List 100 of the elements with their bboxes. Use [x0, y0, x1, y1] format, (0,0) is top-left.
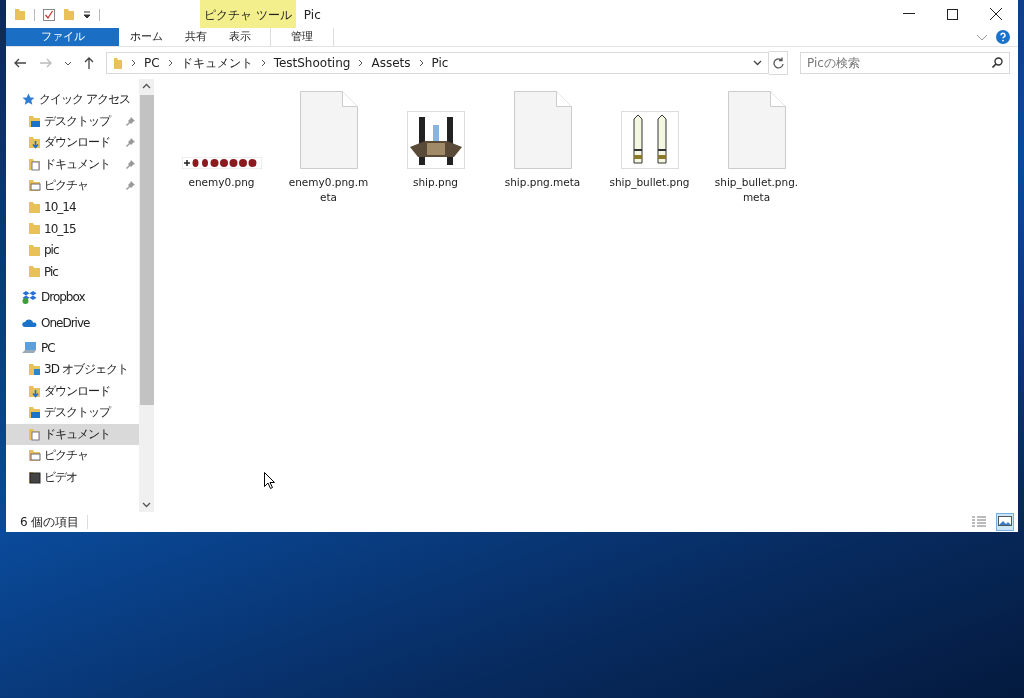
help-icon[interactable]: [996, 30, 1010, 44]
file-name[interactable]: ship_bullet.png: [606, 175, 693, 190]
pin-icon[interactable]: [126, 138, 135, 148]
close-icon[interactable]: [990, 8, 1002, 20]
ribbon-tab[interactable]: 表示: [218, 28, 262, 46]
chevron-up-icon[interactable]: [142, 83, 151, 89]
folder-icon: [113, 56, 123, 70]
folder-icon: [28, 157, 41, 171]
search-field[interactable]: Picの検索: [800, 52, 1010, 74]
nav-item[interactable]: クイック アクセス: [6, 89, 139, 111]
bullet-thumbnail[interactable]: [620, 111, 679, 169]
ribbon-tab[interactable]: ファイル: [6, 28, 119, 46]
nav-item[interactable]: pic: [6, 239, 139, 261]
chevron-down-icon[interactable]: [64, 60, 72, 66]
nav-label: PC: [41, 341, 55, 356]
nav-label: クイック アクセス: [39, 91, 130, 109]
breadcrumb[interactable]: Assets: [371, 56, 411, 70]
breadcrumb[interactable]: PC: [144, 56, 160, 70]
nav-item[interactable]: ダウンロード: [6, 380, 139, 402]
breadcrumb[interactable]: ドキュメント: [180, 54, 253, 72]
nav-label: デスクトップ: [44, 112, 110, 130]
context-group-label: ピクチャ ツール: [204, 7, 292, 24]
star-icon: [22, 93, 35, 107]
dropbox-icon: [22, 290, 37, 304]
nav-label: ピクチャ: [44, 447, 88, 465]
file-name[interactable]: enemy0.png.meta: [285, 175, 372, 205]
nav-label: ドキュメント: [44, 155, 110, 173]
nav-item[interactable]: 3D オブジェクト: [6, 359, 139, 381]
file-name[interactable]: ship_bullet.png.meta: [713, 175, 800, 205]
nav-item[interactable]: OneDrive: [6, 312, 139, 334]
folder-icon: [28, 449, 41, 463]
file-name[interactable]: enemy0.png: [178, 175, 265, 190]
chevron-down-icon[interactable]: [753, 60, 762, 66]
folder-icon: [28, 114, 41, 128]
nav-item[interactable]: Dropbox: [6, 286, 139, 308]
nav-item[interactable]: ドキュメント: [6, 153, 139, 175]
folder-icon: [28, 406, 41, 420]
pin-icon[interactable]: [126, 181, 135, 191]
ribbon-tab[interactable]: 共有: [174, 28, 218, 46]
spaceship-thumbnail[interactable]: [406, 111, 465, 169]
mouse-cursor-icon: [264, 472, 275, 489]
nav-label: ビデオ: [44, 468, 77, 486]
pin-icon[interactable]: [126, 159, 135, 169]
folder-icon: [28, 363, 41, 377]
pin-icon[interactable]: [126, 116, 135, 126]
nav-label: 3D オブジェクト: [44, 361, 128, 379]
ribbon-tab[interactable]: 管理: [270, 28, 334, 46]
chevron-right-icon[interactable]: [418, 59, 424, 67]
large-icons-view-button[interactable]: [996, 513, 1014, 531]
search-icon: [992, 57, 1003, 68]
file-name[interactable]: ship.png.meta: [499, 175, 586, 190]
address-bar[interactable]: PC ドキュメント TestShooting Assets Pic: [106, 52, 769, 74]
nav-item[interactable]: ドキュメント: [6, 423, 139, 445]
nav-label: pic: [44, 243, 59, 258]
breadcrumb[interactable]: Pic: [431, 56, 449, 70]
chevron-right-icon[interactable]: [260, 59, 266, 67]
nav-item[interactable]: 10_15: [6, 218, 139, 240]
sprite-strip-thumbnail[interactable]: [181, 157, 262, 169]
maximize-icon[interactable]: [947, 8, 958, 20]
window-title: Pic: [302, 7, 321, 22]
cloud-icon: [22, 318, 37, 328]
nav-item[interactable]: ダウンロード: [6, 132, 139, 154]
folder-icon: [28, 470, 41, 484]
nav-item[interactable]: PC: [6, 337, 139, 359]
nav-item[interactable]: デスクトップ: [6, 110, 139, 132]
back-arrow-icon[interactable]: [14, 58, 27, 68]
folder-icon: [28, 200, 41, 214]
chevron-right-icon[interactable]: [358, 59, 364, 67]
nav-label: ドキュメント: [44, 425, 110, 443]
nav-label: 10_14: [44, 200, 76, 215]
ribbon-tab[interactable]: ホーム: [119, 28, 174, 46]
scrollbar[interactable]: [139, 79, 154, 512]
chevron-right-icon[interactable]: [131, 59, 136, 67]
folder-icon: [28, 179, 41, 193]
up-arrow-icon[interactable]: [84, 57, 94, 69]
checkmark-icon[interactable]: [43, 8, 55, 21]
chevron-down-icon[interactable]: [142, 502, 151, 508]
nav-label: OneDrive: [41, 315, 90, 330]
chevron-right-icon[interactable]: [167, 59, 173, 67]
dropdown-icon[interactable]: [83, 10, 91, 19]
breadcrumb[interactable]: TestShooting: [273, 56, 351, 70]
refresh-button[interactable]: [769, 51, 788, 75]
nav-item[interactable]: デスクトップ: [6, 402, 139, 424]
refresh-icon: [772, 57, 784, 69]
nav-item[interactable]: 10_14: [6, 196, 139, 218]
nav-label: 10_15: [44, 221, 76, 236]
file-name[interactable]: ship.png: [392, 175, 479, 190]
nav-item[interactable]: ビデオ: [6, 466, 139, 488]
picture-icon: [998, 516, 1012, 528]
nav-label: ピクチャ: [44, 177, 88, 195]
nav-label: デスクトップ: [44, 404, 110, 422]
folder-icon: [28, 222, 41, 236]
folder-icon: [28, 427, 41, 441]
nav-item[interactable]: Pic: [6, 261, 139, 283]
nav-label: Dropbox: [41, 290, 85, 305]
nav-item[interactable]: ピクチャ: [6, 445, 139, 467]
item-count: 6 個の項目: [20, 513, 80, 531]
nav-item[interactable]: ピクチャ: [6, 175, 139, 197]
minimize-icon[interactable]: [903, 13, 915, 15]
nav-label: ダウンロード: [44, 134, 110, 152]
